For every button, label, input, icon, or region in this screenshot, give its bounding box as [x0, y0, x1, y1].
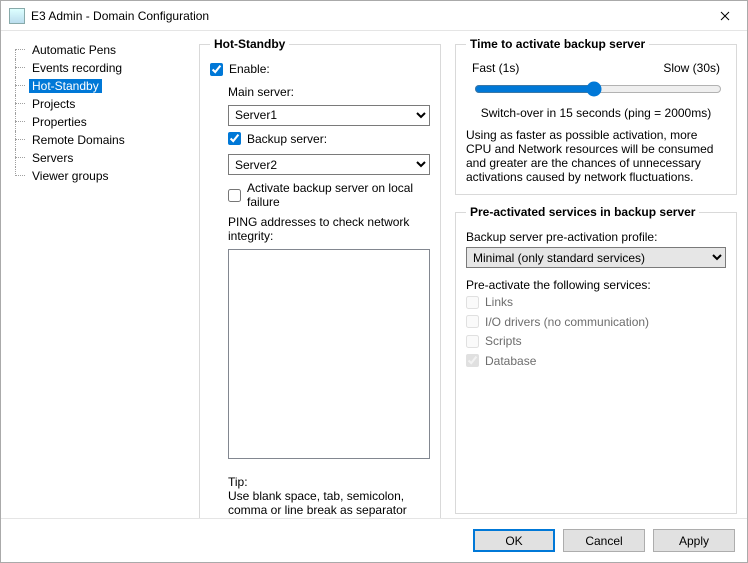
profile-label: Backup server pre-activation profile: — [466, 230, 726, 244]
preactivated-legend: Pre-activated services in backup server — [466, 205, 699, 219]
activate-on-local-failure-label: Activate backup server on local failure — [247, 181, 430, 209]
switch-over-text: Switch-over in 15 seconds (ping = 2000ms… — [466, 106, 726, 120]
tree-item-remote-domains[interactable]: Remote Domains — [11, 131, 181, 149]
ok-button[interactable]: OK — [473, 529, 555, 552]
service-scripts: Scripts — [466, 334, 522, 348]
service-database: Database — [466, 354, 536, 368]
activation-description: Using as faster as possible activation, … — [466, 128, 726, 184]
tip-heading: Tip: — [228, 475, 430, 489]
ping-textarea[interactable] — [228, 249, 430, 459]
services-label: Pre-activate the following services: — [466, 278, 726, 292]
dialog-button-row: OK Cancel Apply — [1, 518, 747, 562]
profile-select[interactable]: Minimal (only standard services) — [466, 247, 726, 268]
tree-item-properties[interactable]: Properties — [11, 113, 181, 131]
tree-item-servers[interactable]: Servers — [11, 149, 181, 167]
slider-fast-label: Fast (1s) — [472, 61, 519, 75]
tree-item-automatic-pens[interactable]: Automatic Pens — [11, 41, 181, 59]
backup-server-checkbox[interactable]: Backup server: — [228, 132, 327, 146]
tree-item-projects[interactable]: Projects — [11, 95, 181, 113]
tree-item-viewer-groups[interactable]: Viewer groups — [11, 167, 181, 185]
tree-item-hot-standby[interactable]: Hot-Standby — [11, 77, 181, 95]
app-icon — [9, 8, 25, 24]
ping-label: PING addresses to check network integrit… — [228, 215, 430, 243]
activation-time-slider[interactable] — [474, 81, 722, 97]
hot-standby-group: Hot-Standby Enable: Main server: Server1… — [199, 37, 441, 518]
window-title: E3 Admin - Domain Configuration — [31, 9, 702, 23]
enable-label: Enable: — [229, 62, 270, 76]
tree-item-events-recording[interactable]: Events recording — [11, 59, 181, 77]
tip-text: Use blank space, tab, semicolon, comma o… — [228, 489, 430, 517]
main-server-select[interactable]: Server1 — [228, 105, 430, 126]
slider-slow-label: Slow (30s) — [663, 61, 720, 75]
activate-on-local-failure-checkbox[interactable]: Activate backup server on local failure — [228, 181, 430, 209]
service-i/o: I/O drivers (no communication) — [466, 315, 649, 329]
nav-tree[interactable]: Automatic PensEvents recordingHot-Standb… — [11, 37, 181, 514]
activation-legend: Time to activate backup server — [466, 37, 649, 51]
backup-server-label: Backup server: — [247, 132, 327, 146]
titlebar: E3 Admin - Domain Configuration — [1, 1, 747, 31]
hot-standby-legend: Hot-Standby — [210, 37, 289, 51]
close-button[interactable] — [702, 1, 747, 30]
apply-button[interactable]: Apply — [653, 529, 735, 552]
activation-time-group: Time to activate backup server Fast (1s)… — [455, 37, 737, 195]
backup-server-select[interactable]: Server2 — [228, 154, 430, 175]
main-server-label: Main server: — [228, 85, 430, 99]
cancel-button[interactable]: Cancel — [563, 529, 645, 552]
enable-checkbox[interactable]: Enable: — [210, 62, 270, 76]
service-links: Links — [466, 295, 513, 309]
close-icon — [720, 11, 730, 21]
preactivated-services-group: Pre-activated services in backup server … — [455, 205, 737, 514]
